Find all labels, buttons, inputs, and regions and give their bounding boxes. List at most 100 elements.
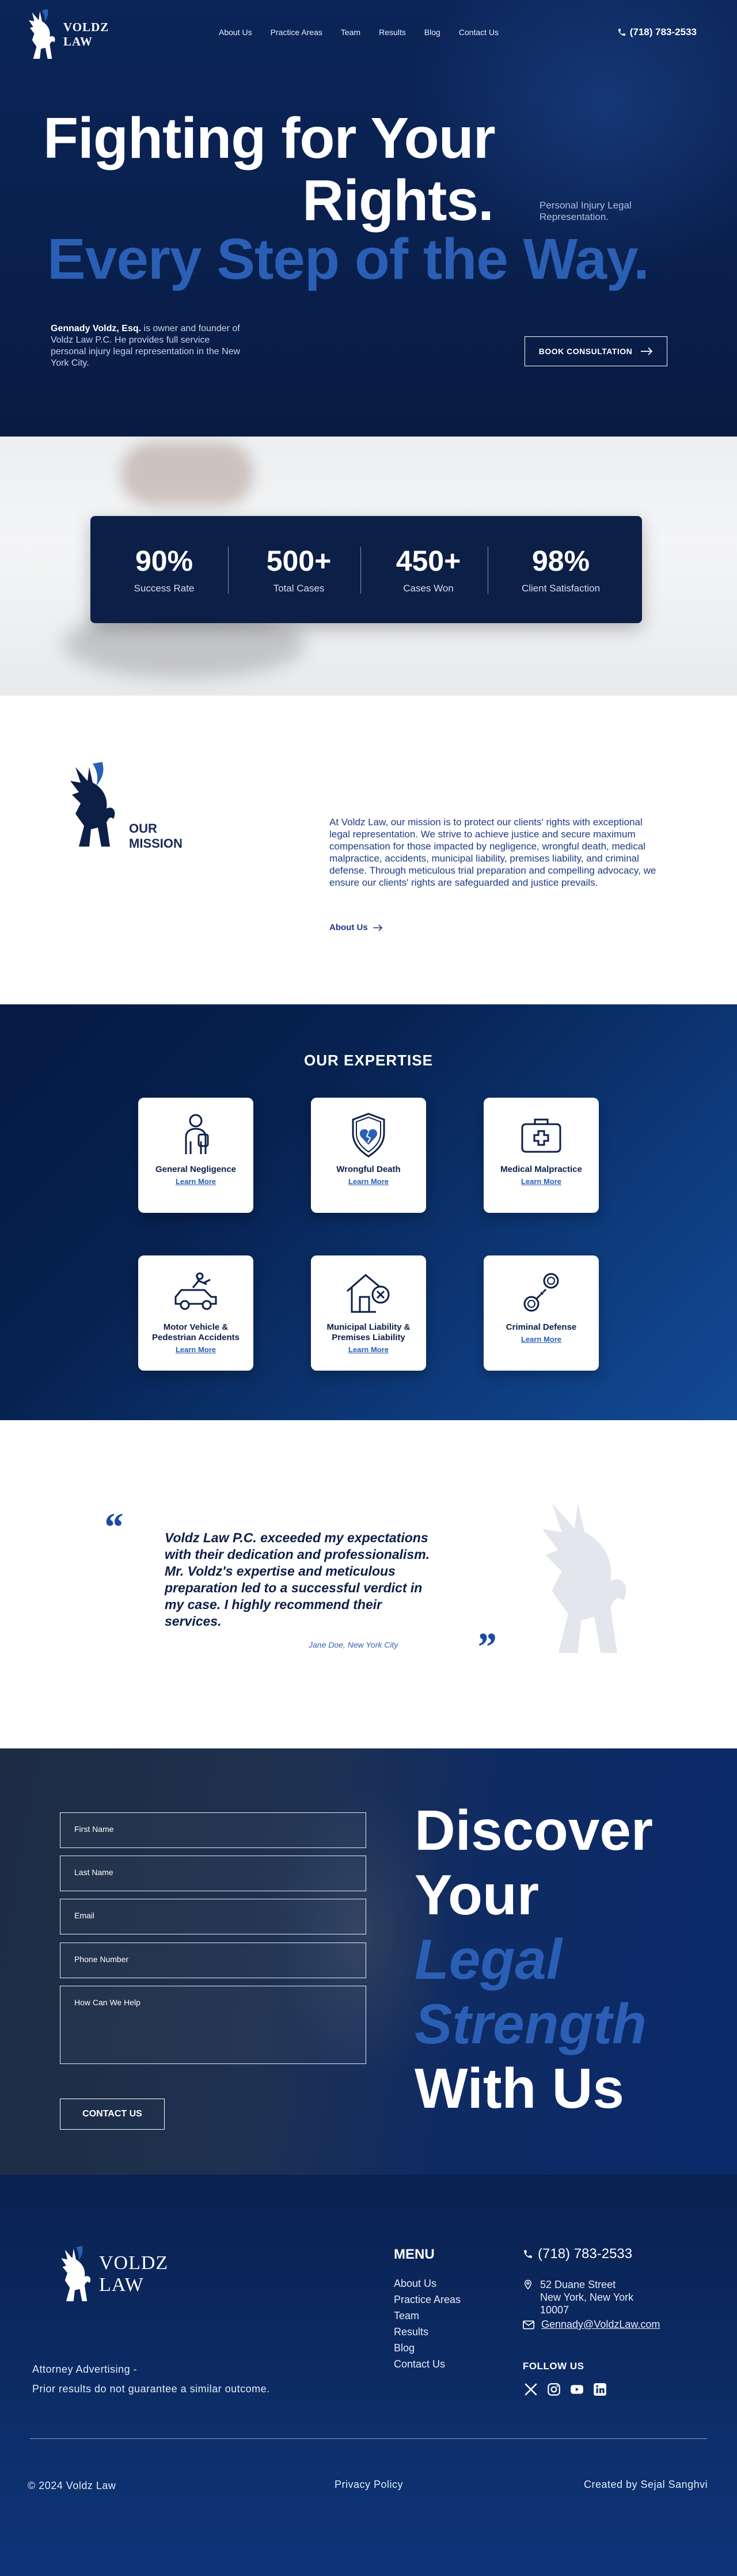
footer-link-about-us[interactable]: About Us	[394, 2275, 461, 2292]
stats-panel: 90% Success Rate 500+ Total Cases 450+ C…	[90, 516, 642, 623]
learn-more-link[interactable]: Learn More	[521, 1177, 561, 1186]
stat-label: Client Satisfaction	[521, 583, 601, 594]
learn-more-link[interactable]: Learn More	[176, 1177, 216, 1186]
medical-kit-icon	[521, 1118, 561, 1153]
expertise-card-medical-malpractice[interactable]: Medical Malpractice Learn More	[484, 1098, 599, 1213]
footer-address: 52 Duane Street New York, New York 10007	[523, 2278, 633, 2316]
expertise-card-municipal-liability[interactable]: Municipal Liability & Premises Liability…	[311, 1255, 426, 1371]
site-footer: VOLDZ LAW MENU About Us Practice Areas T…	[0, 2175, 737, 2576]
footer-link-contact-us[interactable]: Contact Us	[394, 2356, 461, 2372]
x-icon[interactable]	[523, 2381, 539, 2397]
footer-email: Gennady@VoldzLaw.com	[541, 2319, 660, 2330]
mission-section: OUR MISSION At Voldz Law, our mission is…	[0, 696, 737, 1004]
open-quote-icon: “	[102, 1505, 123, 1550]
learn-more-link[interactable]: Learn More	[521, 1335, 561, 1344]
expertise-card-criminal-defense[interactable]: Criminal Defense Learn More	[484, 1255, 599, 1371]
hero-section: VOLDZ LAW About Us Practice Areas Team R…	[0, 0, 737, 437]
footer-link-blog[interactable]: Blog	[394, 2340, 461, 2356]
learn-more-link[interactable]: Learn More	[348, 1177, 389, 1186]
card-title: Motor Vehicle & Pedestrian Accidents	[152, 1322, 240, 1342]
nav-link-blog[interactable]: Blog	[424, 28, 440, 37]
testimonial-text: Voldz Law P.C. exceeded my expectations …	[165, 1530, 430, 1629]
credit-text: Created by Sejal Sanghvi	[584, 2479, 708, 2490]
stat-label: Success Rate	[134, 583, 195, 594]
nav-link-team[interactable]: Team	[341, 28, 360, 37]
youtube-icon[interactable]	[569, 2381, 585, 2397]
advertising-line-2: Prior results do not guarantee a similar…	[32, 2383, 270, 2395]
instagram-icon[interactable]	[546, 2381, 562, 2397]
privacy-policy-link[interactable]: Privacy Policy	[335, 2479, 403, 2491]
contact-headline-line-4: Strength	[415, 1992, 647, 2055]
griffin-watermark-icon	[542, 1503, 626, 1653]
expertise-card-motor-vehicle[interactable]: Motor Vehicle & Pedestrian Accidents Lea…	[138, 1255, 253, 1371]
hero-tagline: Personal Injury Legal Representation.	[540, 200, 632, 222]
first-name-field[interactable]: First Name	[60, 1812, 366, 1848]
phone-icon	[524, 2250, 532, 2258]
testimonial-section: “ Voldz Law P.C. exceeded my expectation…	[0, 1420, 737, 1748]
footer-logo-line-2: LAW	[99, 2274, 144, 2296]
card-title: Municipal Liability & Premises Liability	[326, 1322, 411, 1342]
nav-link-results[interactable]: Results	[379, 28, 406, 37]
contact-section: First Name Last Name Email Phone Number …	[0, 1748, 737, 2175]
top-navigation: VOLDZ LAW About Us Practice Areas Team R…	[0, 0, 737, 69]
footer-email-link[interactable]: Gennady@VoldzLaw.com	[523, 2319, 660, 2331]
nav-phone-link[interactable]: (718) 783-2533	[617, 26, 697, 38]
footer-link-team[interactable]: Team	[394, 2308, 461, 2324]
hero-headline-line-2: Rights.	[302, 168, 494, 233]
injured-person-icon	[185, 1114, 209, 1154]
broken-heart-shield-icon	[352, 1113, 385, 1158]
address-line-1: 52 Duane Street	[540, 2279, 616, 2290]
mission-title: OUR MISSION	[129, 821, 183, 851]
footer-link-practice-areas[interactable]: Practice Areas	[394, 2292, 461, 2308]
phone-icon	[618, 29, 625, 36]
phone-number-field[interactable]: Phone Number	[60, 1943, 366, 1978]
footer-menu: About Us Practice Areas Team Results Blo…	[394, 2275, 461, 2372]
testimonial-author: Jane Doe, New York City	[309, 1640, 398, 1649]
last-name-field[interactable]: Last Name	[60, 1856, 366, 1891]
stat-client-satisfaction: 98% Client Satisfaction	[496, 545, 625, 594]
linkedin-icon[interactable]	[592, 2381, 608, 2397]
footer-menu-title: MENU	[394, 2247, 435, 2262]
how-can-we-help-field[interactable]: How Can We Help	[60, 1986, 366, 2064]
stats-section: 90% Success Rate 500+ Total Cases 450+ C…	[0, 437, 737, 696]
contact-us-button[interactable]: CONTACT US	[60, 2099, 165, 2130]
footer-phone-link[interactable]: (718) 783-2533	[523, 2246, 632, 2262]
expertise-section: OUR EXPERTISE General Negligence Learn M…	[0, 1004, 737, 1420]
hero-headline-line-3: Every Step of the Way.	[47, 227, 649, 291]
follow-us-title: FOLLOW US	[523, 2361, 584, 2372]
copyright-text: © 2024 Voldz Law	[28, 2480, 116, 2491]
learn-more-link[interactable]: Learn More	[348, 1345, 389, 1354]
stat-value: 90%	[135, 545, 193, 577]
handcuffs-icon	[523, 1273, 559, 1312]
expertise-card-wrongful-death[interactable]: Wrongful Death Learn More	[311, 1098, 426, 1213]
card-title: Criminal Defense	[506, 1322, 577, 1332]
footer-link-results[interactable]: Results	[394, 2324, 461, 2340]
social-links	[523, 2381, 608, 2397]
learn-more-link[interactable]: Learn More	[176, 1345, 216, 1354]
stat-success-rate: 90% Success Rate	[100, 545, 229, 594]
nav-link-practice-areas[interactable]: Practice Areas	[271, 28, 322, 37]
about-us-link-label: About Us	[329, 923, 368, 932]
about-us-link[interactable]: About Us	[329, 923, 383, 932]
nav-link-contact-us[interactable]: Contact Us	[459, 28, 499, 37]
hero-headline-line-1: Fighting for Your	[43, 106, 496, 170]
griffin-logo-icon	[61, 2245, 91, 2301]
arrow-right-icon	[373, 924, 382, 931]
stat-value: 450+	[396, 545, 461, 577]
hero-bio: Gennady Voldz, Esq. is owner and founder…	[51, 323, 241, 369]
location-pin-icon	[524, 2279, 532, 2290]
footer-logo-line-1: VOLDZ	[99, 2252, 169, 2274]
stat-cases-won: 450+ Cases Won	[364, 545, 493, 594]
footer-phone-number: (718) 783-2533	[538, 2246, 633, 2262]
stat-value: 500+	[266, 545, 332, 577]
contact-headline-line-3: Legal	[415, 1928, 562, 1991]
nav-link-about-us[interactable]: About Us	[219, 28, 252, 37]
site-logo[interactable]: VOLDZ LAW	[25, 8, 109, 61]
mission-text: At Voldz Law, our mission is to protect …	[329, 817, 656, 888]
arrow-right-icon	[641, 347, 653, 355]
expertise-card-general-negligence[interactable]: General Negligence Learn More	[138, 1098, 253, 1213]
footer-logo[interactable]: VOLDZ LAW	[58, 2244, 168, 2305]
stat-divider	[360, 547, 361, 594]
email-field[interactable]: Email	[60, 1899, 366, 1934]
book-consultation-button[interactable]: BOOK CONSULTATION	[525, 336, 667, 366]
